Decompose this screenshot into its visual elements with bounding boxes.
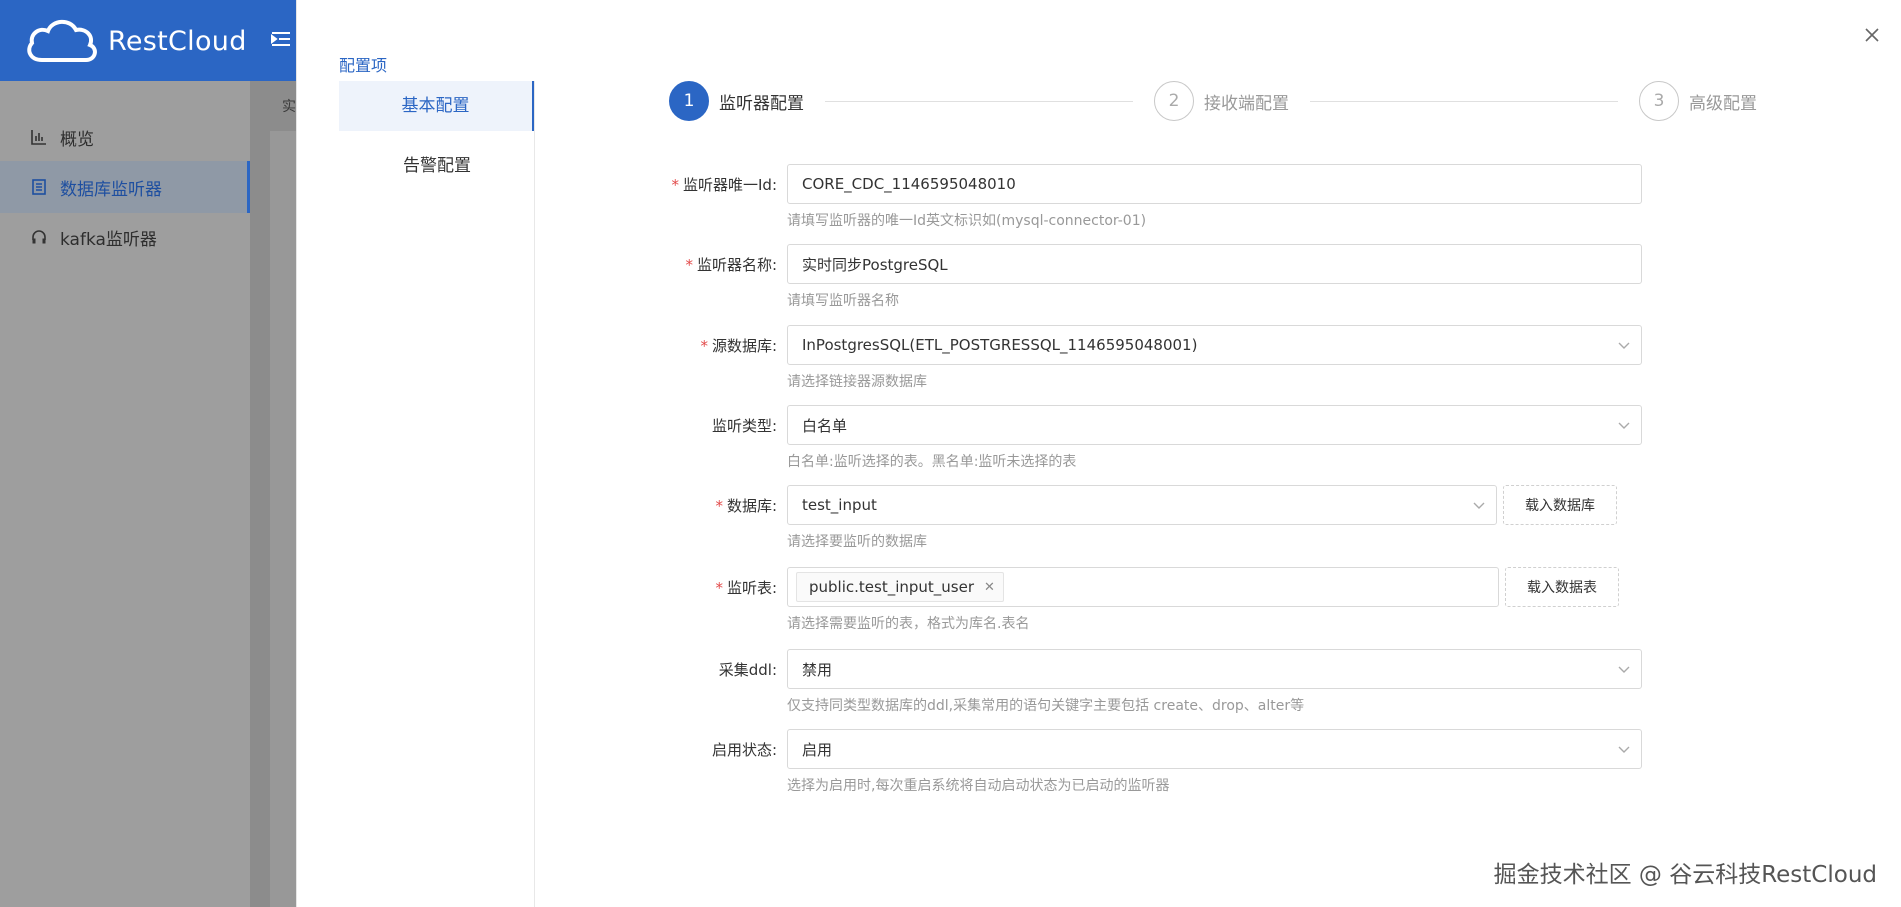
cloud-logo-icon <box>27 19 97 62</box>
required-mark: * <box>715 579 723 597</box>
load-database-button[interactable]: 载入数据库 <box>1503 485 1617 525</box>
listener-name-hint: 请填写监听器名称 <box>787 293 899 309</box>
chevron-down-icon <box>1618 666 1630 673</box>
database-hint: 请选择要监听的数据库 <box>787 534 927 550</box>
required-mark: * <box>671 176 680 194</box>
steps: 1 监听器配置 2 接收端配置 3 高级配置 <box>669 81 1769 121</box>
headset-icon <box>30 228 48 246</box>
required-mark: * <box>700 337 708 355</box>
step-2: 2 接收端配置 <box>1154 81 1289 121</box>
tag-close-icon[interactable]: ✕ <box>984 580 995 595</box>
source-db-label: * 源数据库: <box>700 337 777 355</box>
config-drawer: 配置项 基本配置 告警配置 1 监听器配置 2 接收端配置 3 高级配置 * 监听… <box>296 0 1901 907</box>
required-mark: * <box>715 497 723 515</box>
listener-id-input[interactable]: CORE_CDC_1146595048010 <box>787 164 1642 204</box>
config-section-title: 配置项 <box>339 56 388 75</box>
database-select[interactable]: test_input <box>787 485 1497 525</box>
enable-status-label: 启用状态: <box>711 741 777 759</box>
close-icon[interactable] <box>1861 24 1883 46</box>
tables-hint: 请选择需要监听的表，格式为库名.表名 <box>787 616 1030 632</box>
sidebar-item-overview[interactable]: 概览 <box>0 111 250 163</box>
config-nav-basic[interactable]: 基本配置 <box>339 81 535 131</box>
table-tag: public.test_input_user ✕ <box>796 572 1004 602</box>
step-number: 2 <box>1154 81 1194 121</box>
sidebar-item-kafka-listener[interactable]: kafka监听器 <box>0 211 250 263</box>
step-connector <box>1310 101 1618 102</box>
step-3: 3 高级配置 <box>1639 81 1757 121</box>
sidebar-item-label: 数据库监听器 <box>60 179 162 200</box>
chevron-down-icon <box>1473 502 1485 509</box>
sidebar-item-label: 概览 <box>60 129 94 150</box>
database-label: * 数据库: <box>715 497 777 515</box>
source-db-select[interactable]: InPostgresSQL(ETL_POSTGRESSQL_1146595048… <box>787 325 1642 365</box>
listen-type-label: 监听类型: <box>711 417 777 435</box>
listener-name-label: * 监听器名称: <box>685 256 777 274</box>
watermark: 掘金技术社区 @ 谷云科技RestCloud <box>1493 862 1877 888</box>
logo: RestCloud <box>24 14 247 68</box>
source-db-hint: 请选择链接器源数据库 <box>787 374 927 390</box>
background-content: 实 <box>250 81 296 907</box>
listen-type-select[interactable]: 白名单 <box>787 405 1642 445</box>
enable-status-select[interactable]: 启用 <box>787 729 1642 769</box>
collect-ddl-select[interactable]: 禁用 <box>787 649 1642 689</box>
listener-id-hint: 请填写监听器的唯一Id英文标识如(mysql-connector-01) <box>787 213 1147 229</box>
step-label: 接收端配置 <box>1204 93 1289 114</box>
enable-status-hint: 选择为启用时,每次重启系统将自动启动状态为已启动的监听器 <box>787 778 1170 794</box>
listen-type-hint: 白名单:监听选择的表。黑名单:监听未选择的表 <box>787 454 1077 470</box>
background-panel <box>270 131 296 907</box>
logo-text: RestCloud <box>108 25 247 57</box>
sidebar-item-db-listener[interactable]: 数据库监听器 <box>0 161 250 213</box>
app-header: RestCloud <box>0 0 296 81</box>
breadcrumb: 实 <box>282 99 296 115</box>
step-label: 监听器配置 <box>719 93 804 114</box>
chevron-down-icon <box>1618 342 1630 349</box>
config-nav-alert[interactable]: 告警配置 <box>339 141 535 191</box>
chevron-down-icon <box>1618 746 1630 753</box>
step-connector <box>825 101 1133 102</box>
list-icon <box>30 178 48 196</box>
divider <box>534 81 535 907</box>
sidebar-item-label: kafka监听器 <box>60 229 157 250</box>
bar-chart-icon <box>30 128 48 146</box>
load-tables-button[interactable]: 载入数据表 <box>1505 567 1619 607</box>
chevron-down-icon <box>1618 422 1630 429</box>
tables-label: * 监听表: <box>715 579 777 597</box>
listener-id-label: * 监听器唯一Id: <box>671 176 778 194</box>
step-label: 高级配置 <box>1689 93 1757 114</box>
step-1: 1 监听器配置 <box>669 81 804 121</box>
sidebar: 概览 数据库监听器 kafka监听器 <box>0 81 250 907</box>
step-number: 1 <box>669 81 709 121</box>
tables-multiselect[interactable]: public.test_input_user ✕ <box>787 567 1499 607</box>
step-number: 3 <box>1639 81 1679 121</box>
listener-name-input[interactable]: 实时同步PostgreSQL <box>787 244 1642 284</box>
menu-fold-icon[interactable] <box>270 28 292 50</box>
collect-ddl-label: 采集ddl: <box>718 661 777 679</box>
config-nav: 基本配置 告警配置 <box>339 81 535 201</box>
collect-ddl-hint: 仅支持同类型数据库的ddl,采集常用的语句关键字主要包括 create、drop… <box>787 698 1305 714</box>
required-mark: * <box>685 256 693 274</box>
